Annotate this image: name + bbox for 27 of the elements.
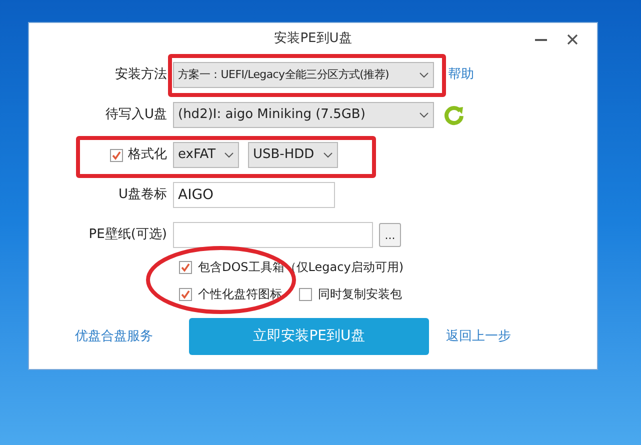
volume-label-field[interactable]: AIGO xyxy=(173,182,335,208)
field-label: U盘卷标 xyxy=(117,186,168,204)
field-label: 待写入U盘 xyxy=(104,106,168,124)
filesystem-dropdown[interactable]: exFAT xyxy=(173,142,239,168)
window-title: 安装PE到U盘 xyxy=(274,30,352,48)
browse-button[interactable]: ... xyxy=(379,223,401,247)
checkbox[interactable] xyxy=(179,288,192,300)
wallpaper-path-field[interactable] xyxy=(173,222,373,248)
service-link[interactable]: 优盘合盘服务 xyxy=(75,326,189,346)
close-icon[interactable] xyxy=(567,34,578,45)
disk-dropdown[interactable]: (hd2)I: aigo Miniking (7.5GB) xyxy=(173,102,434,128)
format-label: 格式化 xyxy=(128,146,167,164)
back-link[interactable]: 返回上一步 xyxy=(446,326,511,346)
chevron-down-icon xyxy=(419,112,429,118)
checkbox[interactable] xyxy=(299,288,312,300)
checkbox[interactable] xyxy=(110,148,123,162)
boot-mode-dropdown[interactable]: USB-HDD xyxy=(248,142,338,168)
chevron-down-icon xyxy=(323,152,333,158)
checkbox[interactable] xyxy=(179,260,192,274)
option-label: 同时复制安装包 xyxy=(318,286,402,303)
field-label: PE壁纸(可选) xyxy=(88,226,168,244)
field-label: 安装方法 xyxy=(114,66,168,84)
refresh-icon[interactable] xyxy=(443,104,465,126)
install-method-dropdown[interactable]: 方案一：UEFI/Legacy全能三分区方式(推荐) xyxy=(173,62,434,88)
help-link[interactable]: 帮助 xyxy=(448,65,474,85)
chevron-down-icon xyxy=(224,152,234,158)
chevron-down-icon xyxy=(419,72,429,78)
